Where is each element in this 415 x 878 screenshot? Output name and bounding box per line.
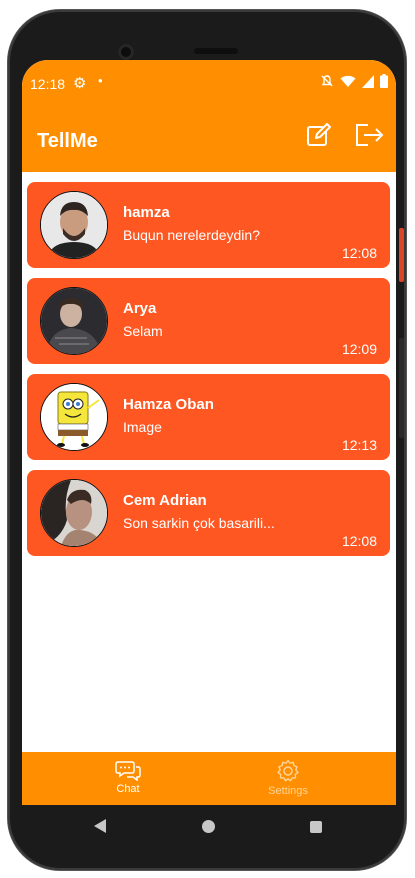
compose-icon[interactable] [306, 122, 332, 148]
notification-dot-icon: • [98, 73, 103, 88]
gear-icon [277, 759, 299, 782]
recent-apps-icon[interactable] [310, 821, 322, 833]
chat-time: 12:08 [341, 533, 377, 549]
tab-settings[interactable]: Settings [228, 759, 348, 797]
earpiece-speaker [194, 48, 238, 54]
chat-name: Arya [123, 300, 157, 317]
settings-notification-icon: ⚙ [73, 75, 87, 92]
tab-chat-label: Chat [116, 783, 140, 795]
signal-icon [362, 74, 374, 88]
avatar [40, 191, 108, 259]
app-bar: TellMe [22, 106, 396, 172]
status-time: 12:18 [30, 76, 66, 92]
chat-name: hamza [123, 204, 170, 221]
avatar [40, 479, 108, 547]
chat-item[interactable]: hamza Buqun nerelerdeydin? 12:08 [27, 182, 390, 268]
chat-time: 12:08 [341, 245, 377, 261]
battery-icon [380, 74, 388, 88]
tab-settings-label: Settings [268, 785, 308, 797]
power-button [399, 228, 404, 282]
system-navigation-bar [22, 805, 396, 851]
chat-time: 12:09 [341, 341, 377, 357]
chat-last-message: Son sarkin çok basarili... [123, 515, 275, 531]
avatar [40, 383, 108, 451]
logout-icon[interactable] [354, 122, 386, 148]
volume-button [399, 338, 404, 438]
home-icon[interactable] [202, 820, 215, 833]
chat-bubbles-icon [115, 761, 141, 781]
chat-name: Hamza Oban [123, 396, 214, 413]
chat-name: Cem Adrian [123, 492, 207, 509]
bottom-navigation: Chat Settings [22, 752, 396, 805]
tab-chat[interactable]: Chat [68, 759, 188, 795]
status-bar: 12:18 ⚙ • [22, 60, 396, 106]
chat-last-message: Image [123, 419, 162, 435]
chat-item[interactable]: Cem Adrian Son sarkin çok basarili... 12… [27, 470, 390, 556]
app-title: TellMe [37, 130, 98, 152]
chat-item[interactable]: Hamza Oban Image 12:13 [27, 374, 390, 460]
chat-item[interactable]: Arya Selam 12:09 [27, 278, 390, 364]
app-screen: 12:18 ⚙ • TellMe hamza Buqun nerelerdeyd… [22, 60, 396, 805]
back-icon[interactable] [94, 819, 106, 833]
chat-time: 12:13 [341, 437, 377, 453]
avatar [40, 287, 108, 355]
wifi-icon [340, 75, 356, 87]
chat-last-message: Selam [123, 323, 163, 339]
front-camera [118, 44, 134, 60]
mute-icon [321, 75, 333, 87]
chat-last-message: Buqun nerelerdeydin? [123, 227, 260, 243]
